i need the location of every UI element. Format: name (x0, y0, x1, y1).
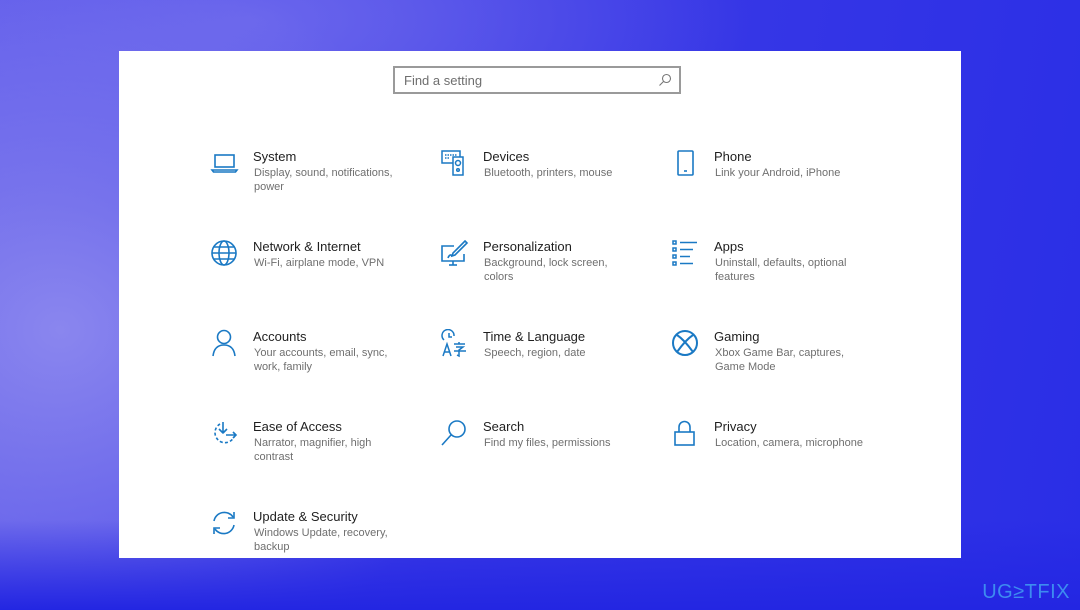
tile-ease-of-access[interactable]: Ease of Access Narrator, magnifier, high… (210, 419, 410, 489)
tile-phone[interactable]: Phone Link your Android, iPhone (671, 149, 871, 219)
search-icon[interactable] (658, 73, 672, 87)
search-input[interactable] (395, 68, 654, 92)
sync-arrows-icon (210, 509, 240, 539)
tile-title: Personalization (483, 239, 572, 254)
tile-personalization[interactable]: Personalization Background, lock screen,… (440, 239, 640, 309)
tile-update-security[interactable]: Update & Security Windows Update, recove… (210, 509, 410, 579)
tile-title: Phone (714, 149, 752, 164)
tile-gaming[interactable]: Gaming Xbox Game Bar, captures, Game Mod… (671, 329, 871, 399)
tile-network-internet[interactable]: Network & Internet Wi-Fi, airplane mode,… (210, 239, 410, 309)
tile-title: Devices (483, 149, 530, 164)
devices-icon (440, 149, 470, 179)
tile-description: Link your Android, iPhone (715, 167, 841, 179)
laptop-icon (210, 149, 240, 179)
tile-devices[interactable]: Devices Bluetooth, printers, mouse (440, 149, 640, 219)
tile-description: Narrator, magnifier, high contrast (254, 437, 372, 463)
tile-title: System (253, 149, 297, 164)
xbox-icon (671, 329, 701, 359)
tile-description: Your accounts, email, sync, work, family (254, 347, 388, 373)
tile-title: Gaming (714, 329, 760, 344)
tile-title: Search (483, 419, 525, 434)
tile-description: Display, sound, notifications, power (254, 167, 393, 193)
paintbrush-monitor-icon (440, 239, 470, 269)
phone-icon (671, 149, 701, 179)
ease-of-access-icon (210, 419, 240, 449)
tile-search[interactable]: Search Find my files, permissions (440, 419, 640, 489)
apps-list-icon (671, 239, 701, 269)
magnifier-icon (440, 419, 470, 449)
tile-privacy[interactable]: Privacy Location, camera, microphone (671, 419, 871, 489)
tile-description: Uninstall, defaults, optional features (715, 257, 847, 283)
lock-icon (671, 419, 701, 449)
time-language-icon (440, 328, 470, 359)
settings-window: System Display, sound, notifications, po… (119, 51, 961, 558)
tile-description: Location, camera, microphone (715, 437, 863, 449)
tile-apps[interactable]: Apps Uninstall, defaults, optional featu… (671, 239, 871, 309)
tile-time-language[interactable]: Time & Language Speech, region, date (440, 328, 640, 399)
tile-description: Background, lock screen, colors (484, 257, 608, 283)
search-box[interactable] (393, 66, 681, 94)
person-icon (210, 329, 240, 359)
tile-description: Wi-Fi, airplane mode, VPN (254, 257, 385, 269)
tile-title: Apps (714, 239, 744, 254)
tile-system[interactable]: System Display, sound, notifications, po… (210, 149, 410, 219)
globe-icon (210, 239, 240, 269)
tile-description: Windows Update, recovery, backup (254, 527, 388, 553)
tile-title: Accounts (253, 329, 307, 344)
tile-title: Time & Language (483, 329, 586, 344)
tile-description: Bluetooth, printers, mouse (484, 167, 613, 179)
tile-accounts[interactable]: Accounts Your accounts, email, sync, wor… (210, 329, 410, 399)
tile-title: Update & Security (253, 509, 358, 524)
tile-title: Privacy (714, 419, 757, 434)
tile-description: Find my files, permissions (484, 437, 611, 449)
watermark-logo: UG≥TFIX (982, 581, 1070, 603)
tile-description: Xbox Game Bar, captures, Game Mode (715, 347, 845, 373)
tile-title: Ease of Access (253, 419, 342, 434)
tile-description: Speech, region, date (484, 347, 586, 359)
tile-title: Network & Internet (253, 239, 361, 254)
